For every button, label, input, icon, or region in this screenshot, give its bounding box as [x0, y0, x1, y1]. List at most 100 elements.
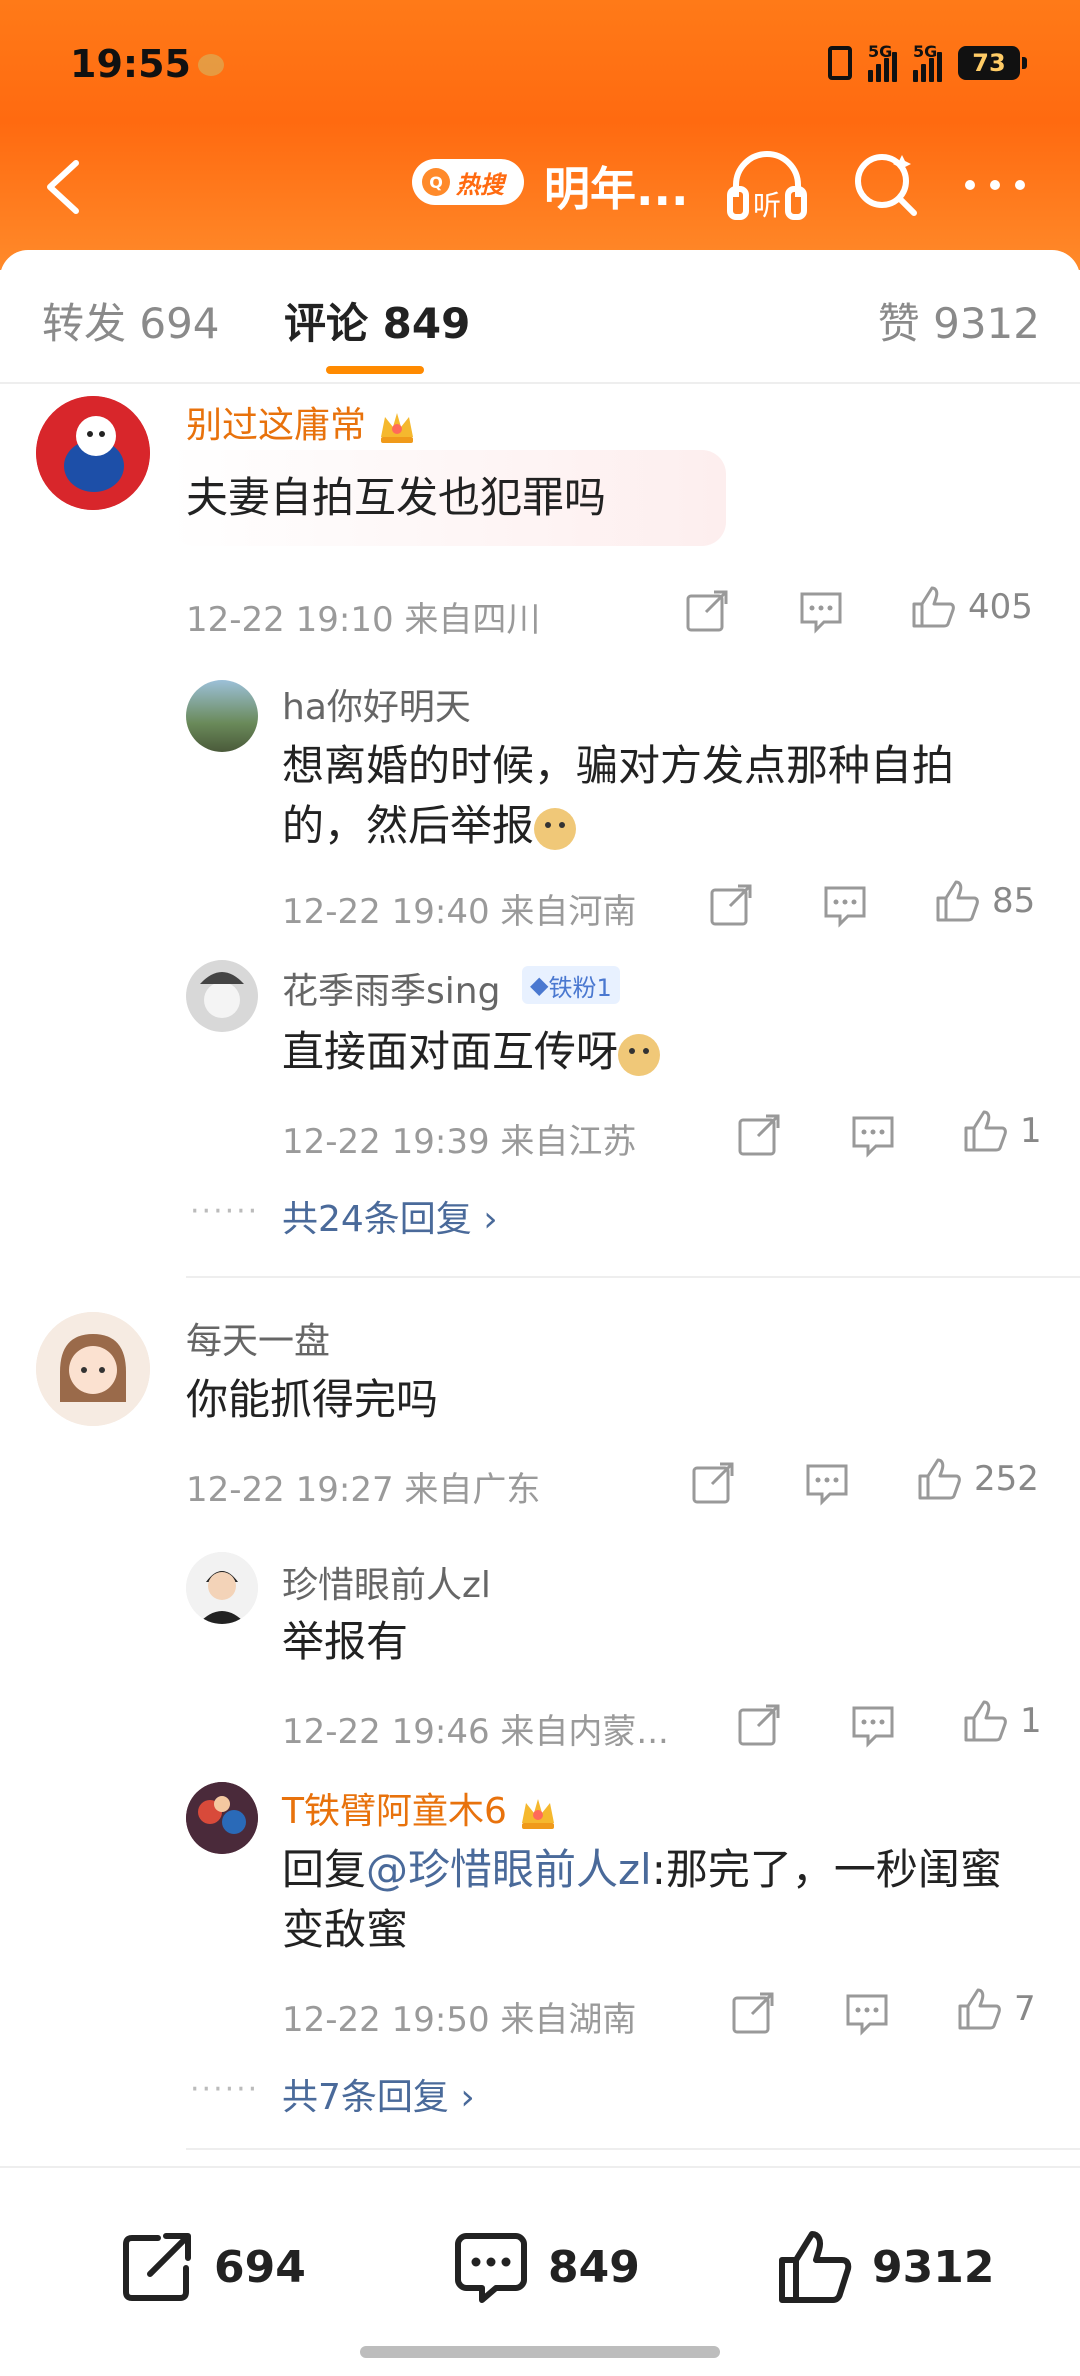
like-icon [964, 1700, 1007, 1742]
nav-bar: Q 热搜 明年... 听 [0, 145, 1080, 225]
repost-count: 694 [214, 2241, 306, 2293]
like-button[interactable]: 7 [956, 1986, 1036, 2032]
more-replies-link[interactable]: 共7条回复 › [282, 2068, 475, 2120]
hot-search-badge[interactable]: Q 热搜 [412, 159, 524, 205]
like-count: 252 [974, 1459, 1039, 1499]
reply-text-line: 的，然后举报 [282, 801, 535, 850]
reply-username[interactable]: ha你好明天 [282, 678, 471, 730]
comment-username[interactable]: 每天一盘 [186, 1312, 330, 1364]
reply-meta: 12-22 19:46 来自内蒙... [282, 1712, 669, 1752]
share-icon [123, 2233, 191, 2301]
svg-text:听: 听 [753, 189, 781, 222]
share-icon[interactable] [736, 1702, 782, 1748]
avatar[interactable] [186, 960, 258, 1032]
reply-meta: 12-22 19:40 来自河南 [282, 892, 637, 932]
nav-title[interactable]: 明年... [544, 153, 688, 219]
status-bar: 19:55 5G 5G 73 [0, 40, 1080, 90]
comment-icon[interactable] [798, 588, 844, 634]
reply-text: 举报有 [282, 1617, 409, 1666]
comment-username[interactable]: 别过这庸常 [186, 396, 417, 448]
signal-icon-2: 5G [913, 42, 942, 82]
username-text: 别过这庸常 [186, 405, 367, 446]
status-time: 19:55 [70, 42, 191, 86]
like-count: 405 [968, 587, 1033, 627]
share-icon[interactable] [708, 882, 754, 928]
like-button[interactable]: 9312 [776, 2228, 994, 2306]
tab-repost[interactable]: 转发 694 [42, 290, 220, 351]
home-indicator[interactable] [360, 2346, 720, 2358]
tab-comment[interactable]: 评论 849 [284, 290, 470, 351]
listen-icon[interactable]: 听 [724, 145, 810, 225]
like-icon [958, 1988, 1001, 2030]
share-icon[interactable] [736, 1112, 782, 1158]
like-count: 7 [1014, 1989, 1036, 2029]
avatar[interactable] [186, 1782, 258, 1854]
like-button[interactable]: 405 [910, 584, 1033, 630]
reply-username[interactable]: 花季雨季sing [282, 962, 500, 1014]
like-button[interactable]: 1 [962, 1698, 1042, 1744]
avatar-illustration [36, 396, 150, 510]
comment-divider [186, 2148, 1080, 2150]
back-button[interactable] [40, 157, 90, 217]
comment-icon[interactable] [850, 1112, 896, 1158]
hot-search-icon: Q [422, 168, 450, 196]
repost-button[interactable]: 694 [118, 2228, 306, 2306]
share-icon[interactable] [690, 1460, 736, 1506]
share-icon[interactable] [730, 1990, 776, 2036]
search-icon[interactable] [852, 149, 922, 219]
signal-label-2: 5G [913, 42, 938, 61]
comment-meta: 12-22 19:27 来自广东 [186, 1470, 541, 1510]
signal-icon: 5G [868, 42, 897, 82]
avatar[interactable] [36, 396, 150, 510]
tab-like[interactable]: 赞 9312 [878, 290, 1040, 351]
mention-link[interactable]: @珍惜眼前人zl [366, 1845, 652, 1894]
share-icon[interactable] [684, 588, 730, 634]
like-icon [918, 1458, 961, 1500]
avatar-illustration [186, 1552, 258, 1624]
doge-emoji-icon [534, 807, 577, 850]
active-tab-indicator [326, 366, 424, 374]
more-icon[interactable] [960, 165, 1030, 205]
reply-prefix: 回复 [282, 1845, 367, 1894]
comment-icon[interactable] [804, 1460, 850, 1506]
reply-username[interactable]: T铁臂阿童木6 [282, 1782, 558, 1834]
reply-meta: 12-22 19:39 来自江苏 [282, 1122, 637, 1162]
fan-badge-label: 铁粉1 [548, 973, 612, 1002]
comment-count: 849 [548, 2241, 640, 2293]
like-icon [936, 880, 979, 922]
reply-text: 直接面对面互传呀 [282, 1022, 661, 1082]
avatar-illustration [186, 960, 258, 1032]
hot-search-label: 热搜 [456, 170, 504, 199]
like-button[interactable]: 252 [916, 1456, 1039, 1502]
like-count: 9312 [872, 2241, 995, 2293]
like-count: 1 [1020, 1701, 1042, 1741]
like-count: 85 [992, 881, 1036, 921]
reply-meta: 12-22 19:50 来自湖南 [282, 2000, 637, 2040]
more-replies-dots: ······ [190, 1194, 260, 1229]
reply-text-line: 直接面对面互传呀 [282, 1027, 619, 1076]
comment-icon [455, 2233, 527, 2303]
comments-card: 转发 694 评论 849 赞 9312 [0, 250, 1080, 2376]
avatar-illustration [36, 1312, 150, 1426]
avatar[interactable] [36, 1312, 150, 1426]
like-button[interactable]: 85 [934, 878, 1035, 924]
comment-icon[interactable] [850, 1702, 896, 1748]
like-icon [779, 2231, 852, 2303]
avatar[interactable] [186, 1552, 258, 1624]
reply-username[interactable]: 珍惜眼前人zl [282, 1556, 491, 1608]
like-count: 1 [1020, 1111, 1042, 1151]
reply-text-line: 想离婚的时候，骗对方发点那种自拍 [282, 741, 955, 790]
reply-text-line: 变敌蜜 [282, 1905, 409, 1954]
tabs-divider [0, 382, 1080, 384]
bottom-action-bar: 694 849 9312 [0, 2166, 1080, 2376]
comment-button[interactable]: 849 [452, 2228, 640, 2306]
like-button[interactable]: 1 [962, 1108, 1042, 1154]
back-icon [47, 160, 79, 214]
comment-meta: 12-22 19:10 来自四川 [186, 600, 541, 640]
avatar[interactable] [186, 680, 258, 752]
comment-icon[interactable] [844, 1990, 890, 2036]
tab-bar: 转发 694 评论 849 赞 9312 [0, 290, 1080, 380]
more-replies-link[interactable]: 共24条回复 › [282, 1190, 498, 1242]
comment-icon[interactable] [822, 882, 868, 928]
battery-icon: 73 [958, 46, 1027, 80]
